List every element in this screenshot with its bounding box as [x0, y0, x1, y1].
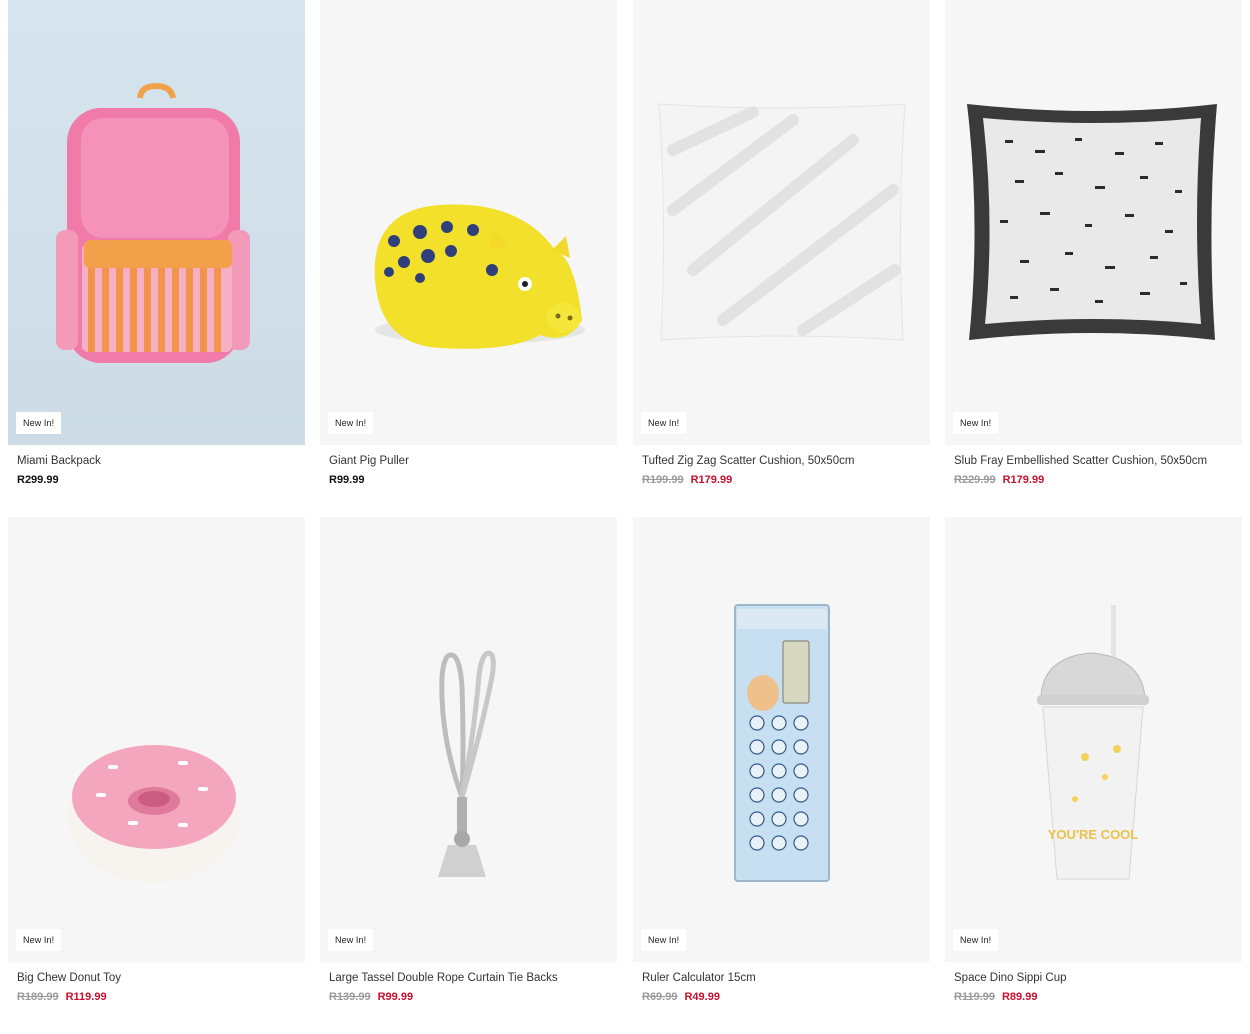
product-image[interactable]: New In!: [8, 0, 305, 445]
new-in-badge: New In!: [641, 412, 687, 434]
product-image[interactable]: New In!: [320, 0, 617, 445]
product-price: R299.99: [17, 474, 59, 486]
sale-price: R119.99: [65, 991, 107, 1003]
new-in-badge: New In!: [328, 412, 374, 434]
price: R99.99: [329, 474, 365, 486]
product-name[interactable]: Tufted Zig Zag Scatter Cushion, 50x50cm: [642, 455, 854, 467]
new-in-badge: New In!: [328, 929, 374, 951]
sippy-cup-icon: YOU'RE COOL: [1037, 605, 1149, 880]
product-image[interactable]: New In!: [945, 0, 1242, 445]
sale-price: R49.99: [684, 991, 720, 1003]
pig-toy-icon: [374, 204, 585, 349]
product-price: R189.99 R119.99: [17, 991, 107, 1003]
product-card[interactable]: YOU'RE COOL New In! Space Dino Sippi Cup…: [945, 517, 1242, 1003]
product-name[interactable]: Giant Pig Puller: [329, 455, 409, 467]
new-in-badge: New In!: [953, 929, 999, 951]
ruler-calculator-icon: [734, 604, 830, 882]
white-cushion-icon: [658, 103, 906, 341]
was-price: R229.99: [954, 474, 996, 486]
product-card[interactable]: New In! Miami Backpack R299.99: [8, 0, 305, 486]
product-card[interactable]: New In! Slub Fray Embellished Scatter Cu…: [945, 0, 1242, 486]
product-name[interactable]: Slub Fray Embellished Scatter Cushion, 5…: [954, 455, 1207, 467]
backpack-icon: [56, 82, 250, 363]
new-in-badge: New In!: [16, 929, 62, 951]
sale-price: R89.99: [1001, 991, 1038, 1003]
new-in-badge: New In!: [16, 412, 62, 434]
product-card[interactable]: New In! Large Tassel Double Rope Curtain…: [320, 517, 617, 1003]
product-image[interactable]: New In!: [633, 0, 930, 445]
was-price: R69.99: [642, 991, 678, 1003]
product-name[interactable]: Miami Backpack: [17, 455, 101, 467]
sale-price: R179.99: [690, 474, 733, 486]
product-price: R69.99 R49.99: [642, 991, 720, 1003]
product-image[interactable]: YOU'RE COOL New In!: [945, 517, 1242, 962]
product-name[interactable]: Ruler Calculator 15cm: [642, 972, 756, 984]
was-price: R189.99: [17, 991, 59, 1003]
sale-price: R99.99: [377, 991, 414, 1003]
product-price: R229.99 R179.99: [954, 474, 1044, 486]
new-in-badge: New In!: [641, 929, 687, 951]
product-card[interactable]: New In! Ruler Calculator 15cm R69.99 R49.…: [633, 517, 930, 1003]
product-price: R139.99 R99.99: [329, 991, 413, 1003]
product-image[interactable]: New In!: [320, 517, 617, 962]
price: R299.99: [17, 474, 59, 486]
speckled-cushion-icon: [967, 104, 1217, 340]
product-name[interactable]: Big Chew Donut Toy: [17, 972, 121, 984]
donut-toy-icon: [68, 745, 240, 883]
cup-text: YOU'RE COOL: [1048, 827, 1139, 842]
product-card[interactable]: New In! Tufted Zig Zag Scatter Cushion, …: [633, 0, 930, 486]
product-card[interactable]: New In! Giant Pig Puller R99.99: [320, 0, 617, 486]
was-price: R199.99: [642, 474, 684, 486]
tassel-icon: [438, 650, 496, 877]
sale-price: R179.99: [1002, 474, 1045, 486]
product-card[interactable]: New In! Big Chew Donut Toy R189.99 R119.9…: [8, 517, 305, 1003]
product-price: R119.99 R89.99: [954, 991, 1037, 1003]
product-name[interactable]: Large Tassel Double Rope Curtain Tie Bac…: [329, 972, 558, 984]
product-price: R199.99 R179.99: [642, 474, 732, 486]
new-in-badge: New In!: [953, 412, 999, 434]
was-price: R139.99: [329, 991, 371, 1003]
product-image[interactable]: New In!: [8, 517, 305, 962]
product-image[interactable]: New In!: [633, 517, 930, 962]
was-price: R119.99: [954, 991, 995, 1003]
product-price: R99.99: [329, 474, 364, 486]
product-name[interactable]: Space Dino Sippi Cup: [954, 972, 1067, 984]
